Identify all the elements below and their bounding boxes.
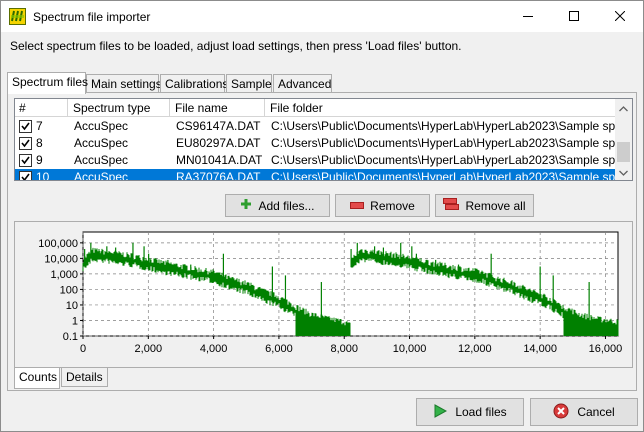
cell-number: 10 <box>36 170 50 181</box>
remove-all-button[interactable]: Remove all <box>435 194 534 217</box>
tab-details[interactable]: Details <box>61 368 108 387</box>
cell-number: 7 <box>36 119 43 133</box>
row-checkbox[interactable] <box>19 154 32 167</box>
load-files-label: Load files <box>455 405 507 419</box>
tab-main-settings[interactable]: Main settings <box>86 74 162 93</box>
spectrum-chart-svg: 0.1 1 10 100 1,000 10,000 100,000 0 2,000 4,000 6,… <box>38 231 623 355</box>
remove-all-icon <box>443 198 460 213</box>
column-header-spectrum-type[interactable]: Spectrum type <box>69 99 170 117</box>
row-checkbox[interactable] <box>19 120 32 133</box>
row-checkbox[interactable] <box>19 137 32 150</box>
cell-file-name: EU80297A.DAT <box>176 136 261 150</box>
grid-vertical-scrollbar[interactable] <box>615 99 632 180</box>
cancel-button[interactable]: Cancel <box>530 398 638 426</box>
remove-button[interactable]: Remove <box>335 194 430 217</box>
tab-sample[interactable]: Sample <box>226 74 272 93</box>
cell-spectrum-type: AccuSpec <box>74 136 129 150</box>
add-files-label: Add files... <box>258 198 315 213</box>
cell-file-folder: C:\Users\Public\Documents\HyperLab\Hyper… <box>271 136 617 150</box>
cell-number: 8 <box>36 136 43 150</box>
grid-header: # Spectrum type File name File folder <box>15 99 619 117</box>
importer-window: Spectrum file importer Select spectrum f… <box>0 0 644 432</box>
cell-spectrum-type: AccuSpec <box>74 119 129 133</box>
x-tick-label: 2,000 <box>135 343 163 355</box>
column-header-number[interactable]: # <box>15 99 68 117</box>
column-header-file-name[interactable]: File name <box>171 99 265 117</box>
add-files-button[interactable]: Add files... <box>225 194 330 217</box>
chevron-down-icon <box>619 165 628 179</box>
title-bar[interactable]: Spectrum file importer <box>1 1 643 32</box>
table-row[interactable]: 9 AccuSpec MN01041A.DAT C:\Users\Public\… <box>15 152 619 169</box>
instructions-text: Select spectrum files to be loaded, adju… <box>10 39 462 53</box>
cell-spectrum-type: AccuSpec <box>74 170 129 181</box>
x-tick-label: 0 <box>80 343 86 355</box>
tab-counts[interactable]: Counts <box>14 368 60 389</box>
y-tick-label: 0.1 <box>63 331 78 343</box>
table-row[interactable]: 8 AccuSpec EU80297A.DAT C:\Users\Public\… <box>15 135 619 152</box>
minimize-icon <box>523 10 533 24</box>
tab-advanced[interactable]: Advanced <box>273 74 332 93</box>
remove-all-label: Remove all <box>465 198 526 213</box>
table-row-selected[interactable]: 10 AccuSpec RA37076A.DAT C:\Users\Public… <box>15 169 619 181</box>
cell-spectrum-type: AccuSpec <box>74 153 129 167</box>
maximize-button[interactable] <box>551 1 597 32</box>
window-title: Spectrum file importer <box>33 10 151 24</box>
scroll-thumb[interactable] <box>617 142 630 162</box>
spectrum-files-panel: # Spectrum type File name File folder 7 … <box>7 92 637 391</box>
x-tick-label: 4,000 <box>200 343 228 355</box>
close-icon <box>614 10 626 24</box>
cancel-label: Cancel <box>577 405 615 419</box>
cell-file-name: MN01041A.DAT <box>176 153 263 167</box>
y-tick-label: 10 <box>66 300 78 312</box>
play-icon <box>433 403 448 421</box>
remove-label: Remove <box>370 198 415 213</box>
y-tick-label: 100 <box>60 284 78 296</box>
spectrum-preview-chart: 0.1 1 10 100 1,000 10,000 100,000 0 2,000 4,000 6,… <box>14 221 633 368</box>
cell-file-folder: C:\Users\Public\Documents\HyperLab\Hyper… <box>271 153 617 167</box>
y-tick-label: 1 <box>72 315 78 327</box>
scroll-down-button[interactable] <box>615 163 632 180</box>
load-files-button[interactable]: Load files <box>416 398 524 426</box>
x-tick-label: 6,000 <box>265 343 293 355</box>
y-tick-label: 1,000 <box>50 269 78 281</box>
cancel-icon <box>553 403 569 422</box>
y-tick-label: 100,000 <box>38 238 78 250</box>
cell-number: 9 <box>36 153 43 167</box>
hyperlab-app-icon <box>9 8 26 25</box>
cell-file-name: RA37076A.DAT <box>176 170 261 181</box>
scroll-up-button[interactable] <box>615 99 632 116</box>
x-tick-label: 14,000 <box>523 343 557 355</box>
cell-file-folder: C:\Users\Public\Documents\HyperLab\Hyper… <box>271 119 617 133</box>
tab-calibrations[interactable]: Calibrations <box>160 74 228 93</box>
close-button[interactable] <box>597 1 643 32</box>
cell-file-name: CS96147A.DAT <box>176 119 261 133</box>
plus-icon <box>240 198 252 213</box>
chevron-up-icon <box>619 101 628 115</box>
table-row[interactable]: 7 AccuSpec CS96147A.DAT C:\Users\Public\… <box>15 118 619 135</box>
x-tick-label: 12,000 <box>458 343 492 355</box>
file-list-grid[interactable]: # Spectrum type File name File folder 7 … <box>14 98 633 181</box>
tab-spectrum-files[interactable]: Spectrum files <box>7 72 88 94</box>
x-tick-label: 16,000 <box>589 343 623 355</box>
x-tick-label: 8,000 <box>330 343 358 355</box>
maximize-icon <box>569 10 579 24</box>
y-tick-label: 10,000 <box>44 253 78 265</box>
column-header-file-folder[interactable]: File folder <box>266 99 619 117</box>
cell-file-folder: C:\Users\Public\Documents\HyperLab\Hyper… <box>271 170 617 181</box>
minus-icon <box>350 199 365 213</box>
x-tick-label: 10,000 <box>393 343 427 355</box>
minimize-button[interactable] <box>505 1 551 32</box>
row-checkbox[interactable] <box>19 171 32 180</box>
